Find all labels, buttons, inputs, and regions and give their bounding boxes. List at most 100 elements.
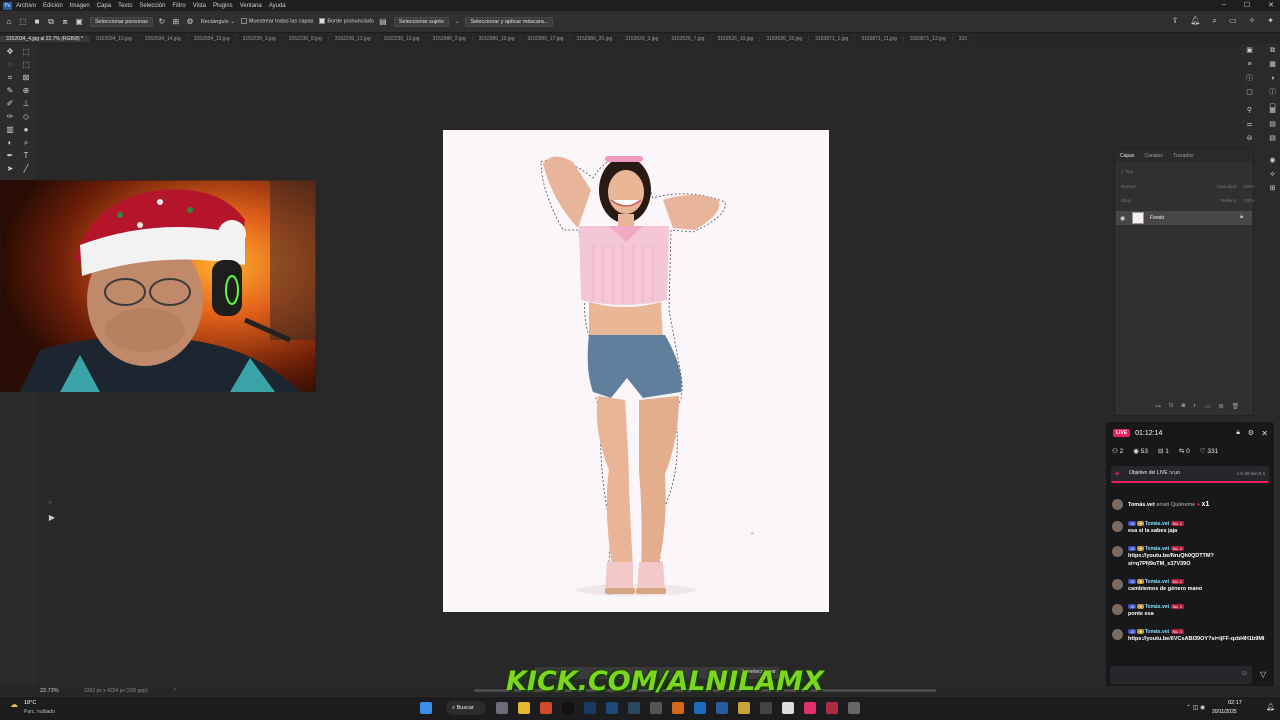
app6-icon[interactable] bbox=[760, 702, 772, 714]
path-selection-icon[interactable]: ➤ bbox=[5, 164, 15, 174]
settings-app-icon[interactable] bbox=[848, 702, 860, 714]
frame-icon[interactable]: ⊞ bbox=[171, 17, 181, 27]
add-selection-icon[interactable]: ⧉ bbox=[46, 17, 56, 27]
actions-icon[interactable]: ⊞ bbox=[1268, 184, 1277, 193]
tray-icons[interactable]: ⌃ ◫ ◉ bbox=[1186, 704, 1205, 711]
menu-filtro[interactable]: Filtro bbox=[172, 3, 185, 9]
menu-ventana[interactable]: Ventana bbox=[240, 3, 262, 9]
gear-icon[interactable]: ⚙ bbox=[185, 17, 195, 27]
select-person-dropdown[interactable]: Seleccionar personas bbox=[90, 16, 153, 27]
taskview-icon[interactable] bbox=[496, 702, 508, 714]
mode-select[interactable]: Rectángulo ⌄ bbox=[201, 19, 235, 25]
refresh-icon[interactable]: ↻ bbox=[157, 17, 167, 27]
document-tab[interactable]: 3153871_1.jpg bbox=[809, 35, 856, 42]
search-box[interactable]: ⌕ Buscar bbox=[446, 701, 486, 715]
group-icon[interactable]: ▭ bbox=[1205, 403, 1211, 410]
document-tab[interactable]: 3153526_7.jpg bbox=[665, 35, 712, 42]
document-tab[interactable]: 3152230_13.jpg bbox=[378, 35, 427, 42]
chat-input[interactable]: ☺ bbox=[1110, 666, 1252, 684]
close-chat-icon[interactable]: ✕ bbox=[1261, 429, 1268, 438]
home-icon[interactable]: ⌂ bbox=[4, 17, 14, 27]
start-icon[interactable] bbox=[420, 702, 432, 714]
adjustment-icon[interactable]: ◐ bbox=[1193, 403, 1197, 410]
menu-imagen[interactable]: Imagen bbox=[70, 3, 90, 9]
lock-icon[interactable]: 🔒︎ bbox=[1236, 429, 1240, 437]
document-tab[interactable]: 3153526_10.jpg bbox=[711, 35, 761, 42]
type-tool-icon[interactable]: T bbox=[21, 151, 31, 161]
tiktok-icon[interactable] bbox=[804, 702, 816, 714]
document-tab[interactable]: 3153526_3.jpg bbox=[619, 35, 666, 42]
chat-icon[interactable]: ▢ bbox=[1245, 88, 1254, 97]
clock-date[interactable]: 20/11/2025 bbox=[1212, 709, 1237, 715]
stamp-tool-icon[interactable]: ⊥ bbox=[21, 99, 31, 109]
drag-handle-icon[interactable]: ⁘ bbox=[45, 498, 55, 508]
pen-tool-icon[interactable]: ✒ bbox=[5, 151, 15, 161]
move-tool-icon[interactable]: ✥ bbox=[5, 47, 15, 57]
opacity-value[interactable]: 100% bbox=[1243, 184, 1255, 189]
app8-icon[interactable] bbox=[826, 702, 838, 714]
play-icon[interactable]: ▶ bbox=[47, 513, 57, 523]
properties-icon[interactable]: ⊜ bbox=[1245, 134, 1254, 143]
document-tab[interactable]: 3152980_17.jpg bbox=[522, 35, 571, 42]
document-tab[interactable]: 3152980_10.jpg bbox=[473, 35, 522, 42]
lightroom-icon[interactable] bbox=[606, 702, 618, 714]
lock-icon[interactable]: 🔒︎ bbox=[1240, 214, 1243, 221]
menu-ayuda[interactable]: Ayuda bbox=[269, 3, 286, 9]
device-icon[interactable]: ▤ bbox=[378, 17, 388, 27]
crop-tool-icon[interactable]: ⌗ bbox=[5, 73, 15, 83]
color-icon[interactable]: ◑ bbox=[1268, 74, 1277, 83]
document-tab[interactable]: 3152980_2.jpg bbox=[427, 35, 473, 42]
menu-capa[interactable]: Capa bbox=[97, 3, 111, 9]
menu-seleccion[interactable]: Selección bbox=[139, 3, 165, 9]
new-selection-icon[interactable]: ■ bbox=[32, 17, 42, 27]
menu-texto[interactable]: Texto bbox=[118, 3, 132, 9]
object-selection-tool-icon[interactable]: ⬚ bbox=[21, 60, 31, 70]
document-tab[interactable]: 3152034_15.jpg bbox=[188, 35, 237, 42]
artboard-tool-icon[interactable]: ⬚ bbox=[21, 47, 31, 57]
bell-icon[interactable]: 🔔︎ bbox=[1190, 16, 1200, 26]
new-layer-icon[interactable]: ⊞ bbox=[1219, 403, 1224, 410]
history-icon[interactable]: ⧉ bbox=[1268, 46, 1277, 55]
minimize-icon[interactable]: – bbox=[1222, 1, 1226, 9]
menu-vista[interactable]: Vista bbox=[193, 3, 206, 9]
blur-tool-icon[interactable]: ● bbox=[21, 125, 31, 135]
history-brush-icon[interactable]: ✑ bbox=[5, 112, 15, 122]
paths2-icon[interactable]: ⟡ bbox=[1268, 170, 1277, 179]
gradient-tool-icon[interactable]: ▥ bbox=[5, 125, 15, 135]
document-tab[interactable]: 3152034_14.jpg bbox=[139, 35, 188, 42]
delete-icon[interactable]: 🗑︎ bbox=[1232, 403, 1240, 410]
tab-paths[interactable]: Trazados bbox=[1168, 153, 1199, 159]
close-icon[interactable]: ✕ bbox=[1268, 1, 1274, 9]
intersect-selection-icon[interactable]: ▣ bbox=[74, 17, 84, 27]
frame-tool-icon[interactable]: ⊠ bbox=[21, 73, 31, 83]
help-icon[interactable]: ✦ bbox=[1267, 16, 1274, 26]
app3-icon[interactable] bbox=[694, 702, 706, 714]
object-select-icon[interactable]: ⬚ bbox=[18, 17, 28, 27]
info-icon[interactable]: ⓘ bbox=[1268, 88, 1277, 97]
channels-icon[interactable]: ◉ bbox=[1268, 156, 1277, 165]
document-tab[interactable]: 3152230_8.jpg bbox=[283, 35, 329, 42]
app4-icon[interactable] bbox=[716, 702, 728, 714]
obs-icon[interactable] bbox=[562, 702, 574, 714]
chevron-down-icon[interactable]: ⌄ bbox=[455, 19, 460, 25]
chevron-right-icon[interactable]: › bbox=[174, 687, 176, 693]
app-icon[interactable] bbox=[650, 702, 662, 714]
sliders-icon[interactable]: ⚌ bbox=[1245, 120, 1254, 129]
zoom-level[interactable]: 22.73% bbox=[40, 688, 59, 694]
brush-tool-icon[interactable]: ✐ bbox=[5, 99, 15, 109]
fx-icon[interactable]: fx bbox=[1169, 403, 1174, 410]
document-tab[interactable]: 3153871_11.jpg bbox=[855, 35, 904, 42]
document-tab[interactable]: 3152034_10.jpg bbox=[90, 35, 139, 42]
search-icon[interactable]: ⌕ bbox=[1213, 16, 1217, 26]
settings-icon[interactable]: ⚙ bbox=[1248, 429, 1254, 437]
sample-all-checkbox[interactable]: Muestrear todas las capas bbox=[240, 18, 313, 25]
menu-archivo[interactable]: Archivo bbox=[16, 3, 36, 9]
clock-time[interactable]: 02:17 bbox=[1228, 700, 1242, 706]
libraries-icon[interactable]: ▣ bbox=[1245, 46, 1254, 55]
lasso-tool-icon[interactable]: ◌ bbox=[5, 60, 15, 70]
paths-icon[interactable]: ≡ bbox=[1245, 60, 1254, 69]
share-icon[interactable]: ⇪ bbox=[1172, 16, 1179, 26]
eyedropper-tool-icon[interactable]: ✎ bbox=[5, 86, 15, 96]
document-tab[interactable]: 3152980_20.jpg bbox=[570, 35, 620, 42]
brave-icon[interactable] bbox=[540, 702, 552, 714]
